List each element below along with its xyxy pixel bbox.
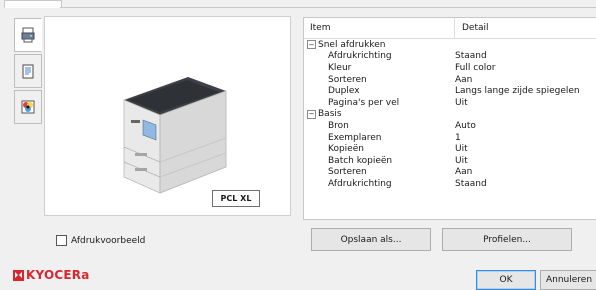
property-label: Exemplaren xyxy=(328,132,382,143)
side-tab-color[interactable] xyxy=(14,90,42,124)
property-value: Uit xyxy=(455,155,468,166)
print-preview-checkbox[interactable] xyxy=(56,235,67,246)
property-label: Kopieën xyxy=(328,144,364,155)
property-value: Aan xyxy=(455,167,473,178)
property-value: Aan xyxy=(455,74,473,85)
kyocera-logo: KYOCERa xyxy=(13,268,90,282)
top-tab-strip xyxy=(0,0,596,8)
property-row[interactable]: Duplex Langs lange zijde spiegelen xyxy=(304,85,596,97)
color-icon xyxy=(21,100,35,114)
collapse-icon[interactable]: − xyxy=(307,109,316,119)
property-row[interactable]: Afdrukrichting Staand xyxy=(304,51,596,63)
property-label: Afdrukrichting xyxy=(328,51,392,62)
print-preview-option[interactable]: Afdrukvoorbeeld xyxy=(56,235,145,246)
printer-preview-panel xyxy=(44,16,291,216)
printer-icon xyxy=(21,27,35,43)
side-tab-bar xyxy=(14,18,42,126)
tab-divider-line xyxy=(60,7,596,8)
property-value: Staand xyxy=(455,51,487,62)
pdl-badge: PCL XL xyxy=(212,190,260,207)
group-label: Basis xyxy=(318,109,342,120)
kyocera-logo-mark-icon xyxy=(13,269,24,281)
property-label: Pagina's per vel xyxy=(328,97,400,108)
property-list-header: Item Detail xyxy=(304,18,596,39)
side-tab-basic[interactable] xyxy=(14,54,42,88)
property-row[interactable]: Batch kopieën Uit xyxy=(304,155,596,167)
property-value: Langs lange zijde spiegelen xyxy=(455,86,580,97)
save-as-button[interactable]: Opslaan als... xyxy=(311,228,431,251)
property-list: Item Detail − Snel afdrukken Afdrukrichti… xyxy=(303,17,596,220)
property-row[interactable]: Sorteren Aan xyxy=(304,74,596,86)
property-value: 1 xyxy=(455,132,461,143)
property-value: Auto xyxy=(455,120,476,131)
property-row[interactable]: Afdrukrichting Staand xyxy=(304,178,596,190)
kyocera-logo-text: KYOCERa xyxy=(26,268,90,282)
ok-button[interactable]: OK xyxy=(476,270,536,290)
collapse-icon[interactable]: − xyxy=(307,40,316,50)
group-row-basic[interactable]: − Basis xyxy=(304,109,596,121)
property-label: Afdrukrichting xyxy=(328,178,392,189)
side-tab-quick-print[interactable] xyxy=(14,18,42,52)
property-value: Uit xyxy=(455,97,468,108)
document-icon xyxy=(22,64,34,78)
property-label: Sorteren xyxy=(328,167,367,178)
property-row[interactable]: Kopieën Uit xyxy=(304,143,596,155)
column-header-item[interactable]: Item xyxy=(304,18,455,38)
cancel-button[interactable]: Annuleren xyxy=(540,270,596,290)
profiles-button[interactable]: Profielen... xyxy=(442,228,572,251)
property-row[interactable]: Exemplaren 1 xyxy=(304,132,596,144)
property-row[interactable]: Sorteren Aan xyxy=(304,167,596,179)
property-value: Staand xyxy=(455,178,487,189)
property-label: Duplex xyxy=(328,86,360,97)
group-row-quick-print[interactable]: − Snel afdrukken xyxy=(304,39,596,51)
property-row[interactable]: Pagina's per vel Uit xyxy=(304,97,596,109)
property-label: Bron xyxy=(328,120,349,131)
property-label: Batch kopieën xyxy=(328,155,393,166)
property-label: Kleur xyxy=(328,62,352,73)
property-value: Full color xyxy=(455,62,496,73)
property-row[interactable]: Kleur Full color xyxy=(304,62,596,74)
print-preview-label: Afdrukvoorbeeld xyxy=(71,235,146,246)
top-tab[interactable] xyxy=(4,0,62,8)
property-row[interactable]: Bron Auto xyxy=(304,120,596,132)
property-label: Sorteren xyxy=(328,74,367,85)
column-header-detail[interactable]: Detail xyxy=(455,23,489,33)
printer-image xyxy=(123,77,227,194)
property-value: Uit xyxy=(455,144,468,155)
group-label: Snel afdrukken xyxy=(318,39,386,50)
